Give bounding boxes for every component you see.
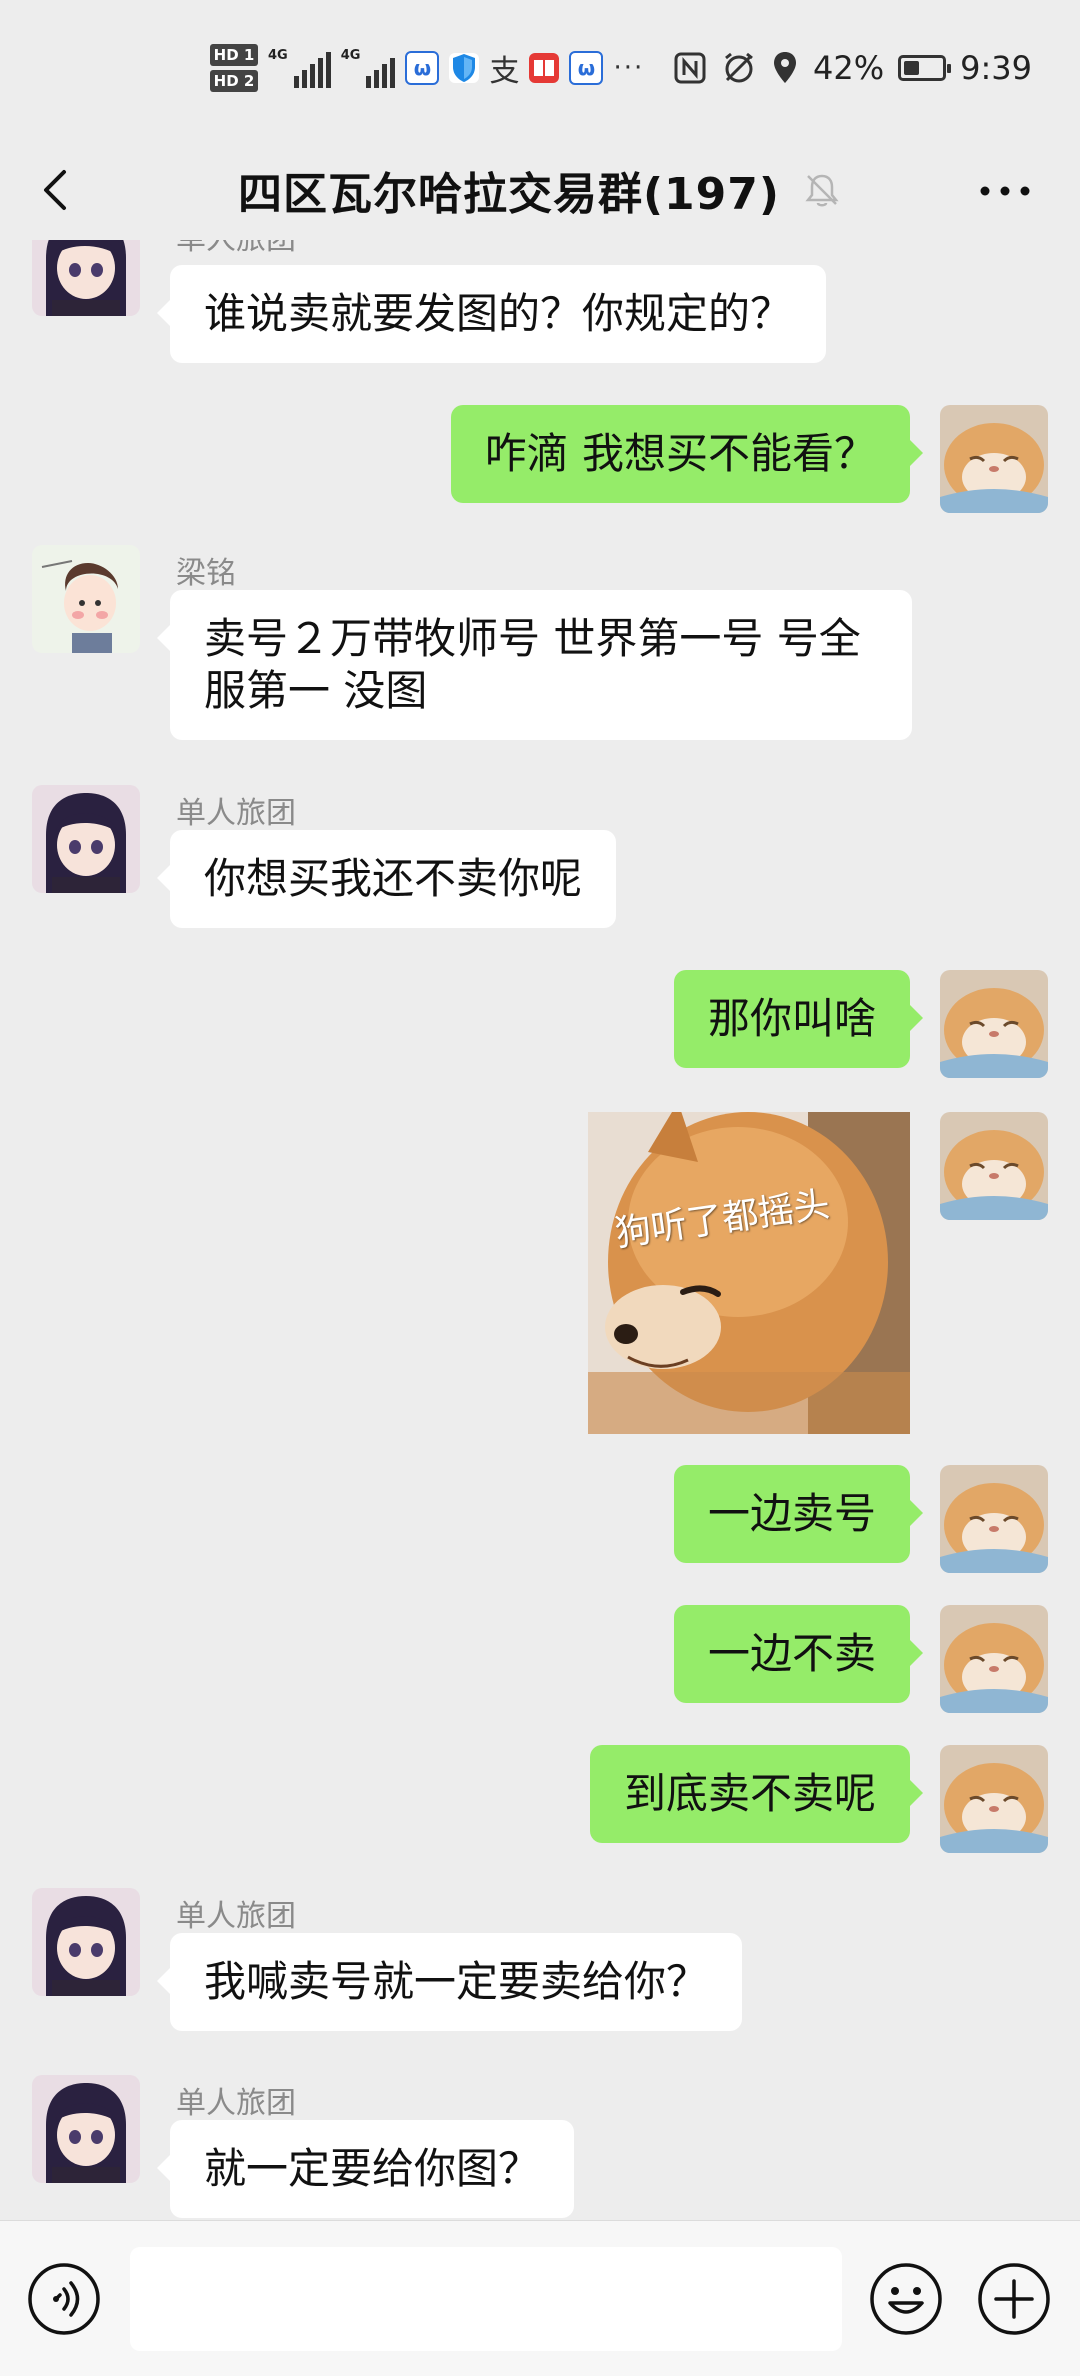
book-app-icon (529, 53, 560, 83)
message-input[interactable] (130, 2247, 842, 2351)
avatar-cat[interactable] (940, 1465, 1048, 1573)
chat-title: 四区瓦尔哈拉交易群(197) (237, 169, 781, 220)
signal-icon: 4G (341, 48, 396, 88)
app-notification-icon: ω (569, 51, 604, 85)
bell-muted-icon (805, 174, 839, 207)
signal-icon: 4G (268, 48, 331, 88)
avatar-cat[interactable] (940, 1112, 1048, 1220)
status-bar: HD 1 HD 2 4G 4G ω 支 ω ··· 42% 9:39 (0, 0, 1080, 140)
shield-icon (449, 53, 480, 83)
network-label: 4G (340, 48, 361, 63)
message-bubble-incoming[interactable]: 我喊卖号就一定要卖给你？ (156, 1933, 743, 2031)
avatar-anime-girl[interactable] (32, 785, 140, 893)
plus-icon[interactable] (976, 2261, 1052, 2337)
avatar-anime-girl[interactable] (32, 240, 140, 316)
avatar-cat[interactable] (940, 1745, 1048, 1853)
status-right: 42% 9:39 (673, 38, 1032, 98)
avatar-cat[interactable] (940, 970, 1048, 1078)
chat-header: 四区瓦尔哈拉交易群(197) (0, 140, 1080, 240)
message-bubble-incoming[interactable]: 就一定要给你图？ (156, 2120, 575, 2218)
input-bar (0, 2220, 1080, 2376)
sticker-image[interactable]: 狗听了都摇头 (588, 1112, 910, 1434)
title-group: 四区瓦尔哈拉交易群(197) (0, 140, 1080, 240)
more-notifications-icon: ··· (613, 53, 645, 83)
message-bubble-incoming[interactable]: 谁说卖就要发图的？你规定的？ (156, 265, 827, 363)
avatar-anime-girl[interactable] (32, 1888, 140, 1996)
message-list[interactable]: 单人旅团 谁说卖就要发图的？你规定的？ 咋滴 我想买不能看？ 梁铭 卖号２万带牧… (0, 240, 1080, 2220)
avatar-cat[interactable] (940, 405, 1048, 513)
message-bubble-incoming[interactable]: 你想买我还不卖你呢 (156, 830, 617, 928)
message-bubble-outgoing[interactable]: 一边卖号 (673, 1465, 924, 1563)
sender-name: 单人旅团 (176, 240, 296, 258)
network-label: 4G (268, 48, 288, 63)
sender-name: 梁铭 (176, 556, 236, 591)
message-bubble-outgoing[interactable]: 一边不卖 (673, 1605, 924, 1703)
avatar-cat[interactable] (940, 1605, 1048, 1713)
dog-sticker-image (588, 1112, 910, 1434)
message-bubble-outgoing[interactable]: 咋滴 我想买不能看？ (450, 405, 924, 503)
battery-icon (898, 55, 952, 81)
nfc-icon (674, 52, 706, 84)
app-notification-icon: ω (405, 51, 440, 85)
sender-name: 单人旅团 (176, 796, 296, 831)
emoji-icon[interactable] (868, 2261, 944, 2337)
voice-icon[interactable] (26, 2261, 102, 2337)
clock: 9:39 (960, 49, 1032, 87)
alarm-off-icon (725, 52, 753, 83)
message-bubble-incoming[interactable]: 卖号２万带牧师号 世界第一号 号全服第一 没图 (157, 590, 912, 740)
more-dots-icon[interactable] (970, 166, 1040, 216)
battery-percent: 42% (813, 49, 885, 87)
avatar-anime-girl[interactable] (32, 2075, 140, 2183)
hd-badges: HD 1 HD 2 (210, 44, 258, 92)
alipay-icon: 支 (489, 54, 520, 89)
status-left: HD 1 HD 2 4G 4G ω 支 ω ··· (210, 38, 644, 98)
hd-badge: HD 2 (210, 70, 258, 92)
avatar-chibi-boy[interactable] (32, 545, 140, 653)
hd-badge: HD 1 (210, 44, 258, 66)
message-bubble-outgoing[interactable]: 到底卖不卖呢 (589, 1745, 924, 1843)
chat-screen: HD 1 HD 2 4G 4G ω 支 ω ··· 42% 9:39 四区瓦尔哈… (0, 0, 1080, 2376)
sender-name: 单人旅团 (176, 1899, 296, 1934)
battery-level (904, 61, 920, 75)
message-bubble-outgoing[interactable]: 那你叫啥 (673, 970, 924, 1068)
sender-name: 单人旅团 (176, 2086, 296, 2121)
location-icon (774, 52, 797, 83)
